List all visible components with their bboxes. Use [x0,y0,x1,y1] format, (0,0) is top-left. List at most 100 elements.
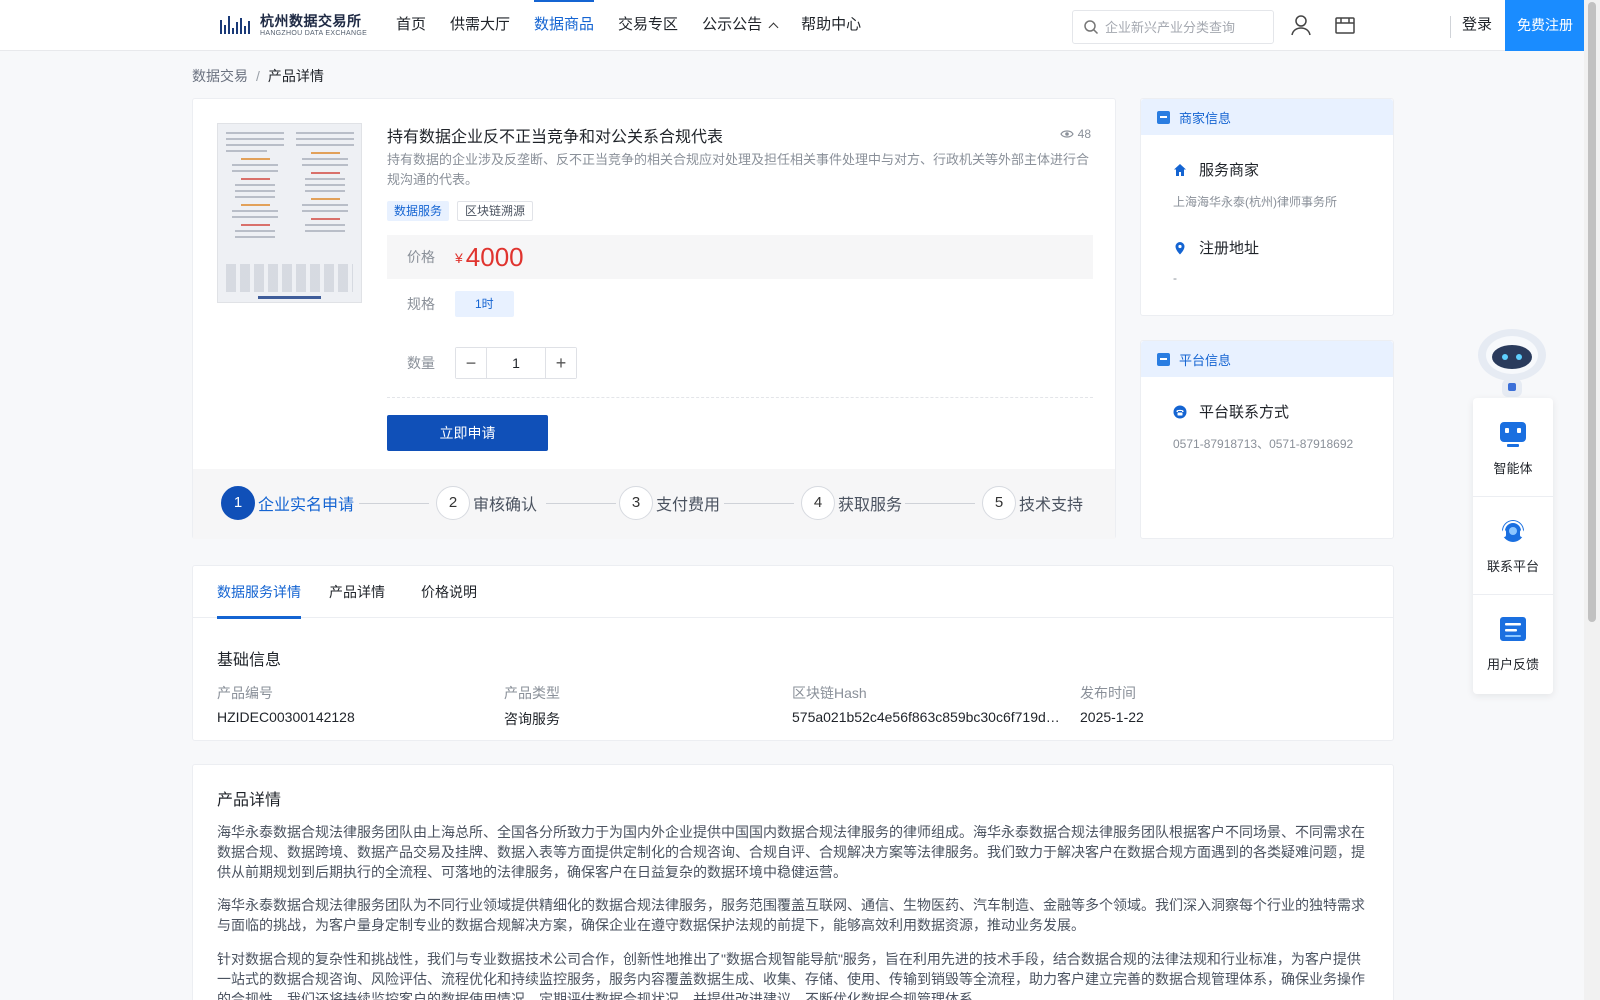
product-thumbnail[interactable] [217,123,362,303]
step-label: 审核确认 [473,497,538,514]
agent-icon [1500,422,1526,447]
tab-price-note[interactable]: 价格说明 [421,566,477,618]
breadcrumb: 数据交易 / 产品详情 [192,66,324,86]
currency-symbol: ¥ [455,250,463,266]
nav-home[interactable]: 首页 [396,0,426,50]
login-link[interactable]: 登录 [1462,0,1492,50]
float-feedback-label: 用户反馈 [1486,657,1539,672]
apply-now-button[interactable]: 立即申请 [387,415,548,451]
provider-value[interactable]: 上海海华永泰(杭州)律师事务所 [1173,193,1337,210]
shop-icon[interactable] [1334,14,1356,36]
nav-help[interactable]: 帮助中心 [801,0,861,50]
product-description: 持有数据的企业涉及反垄断、反不正当竞争的相关合规应对处理及担任相关事件处理中与对… [387,152,1090,187]
tag-data-service: 数据服务 [387,201,450,221]
merchant-info-card: 商家信息 服务商家 上海海华永泰(杭州)律师事务所 注册地址 - [1140,98,1394,316]
user-icon[interactable] [1290,14,1312,36]
logo-icon [220,14,254,36]
quantity-increment-button[interactable]: + [545,348,576,378]
float-contact[interactable]: 联系平台 [1473,496,1553,592]
platform-info-header: 平台信息 [1141,341,1393,377]
tab-product-detail[interactable]: 产品详情 [329,566,385,618]
view-count: 48 [1059,127,1091,141]
float-agent-label: 智能体 [1493,461,1533,476]
nav-announcements-label: 公示公告 [702,16,763,33]
contact-row: 平台联系方式 [1173,401,1289,422]
address-row: 注册地址 [1173,237,1259,258]
spec-option[interactable]: 1时 [455,291,514,317]
info-value: HZIDEC00300142128 [217,709,355,725]
detail-paragraph: 海华永泰数据合规法律服务团队由上海总所、全国各分所致力于为国内外企业提供中国国内… [217,824,1365,880]
step-connector [546,503,616,504]
floating-service-panel: 智能体 联系平台 用户反馈 [1473,398,1553,694]
page-scrollbar[interactable] [1584,0,1600,1000]
step-label: 企业实名申请 [258,497,355,514]
step-label: 支付费用 [656,497,721,514]
contact-value: 0571-87918713、0571-87918692 [1173,437,1354,451]
phone-icon [1173,405,1187,418]
platform-info-card: 平台信息 平台联系方式 0571-87918713、0571-87918692 [1140,340,1394,539]
basic-info-title: 基础信息 [217,652,282,669]
breadcrumb-current: 产品详情 [267,68,324,84]
info-key: 区块链Hash [792,685,867,701]
header-divider [1450,16,1451,38]
info-publish-date: 发布时间 2025-1-22 [1080,683,1350,725]
quantity-decrement-button[interactable]: − [456,348,487,378]
step-2: 2 审核确认 [436,486,537,520]
step-connector [359,503,429,504]
info-product-id: 产品编号 HZIDEC00300142128 [217,683,487,725]
detail-tabs: 数据服务详情 产品详情 价格说明 [193,566,1393,619]
dashed-divider [387,397,1093,398]
feedback-icon [1500,617,1526,641]
tag-blockchain: 区块链溯源 [457,201,534,221]
top-header: 杭州数据交易所 HANGZHOU DATA EXCHANGE 首页 供需大厅 数… [0,0,1585,51]
breadcrumb-separator: / [256,68,260,84]
address-label: 注册地址 [1199,240,1260,257]
headset-icon [1502,520,1524,542]
tab-service-detail[interactable]: 数据服务详情 [217,566,301,619]
info-value[interactable]: 575a021b52c4e56f863c859bc30c6f719d4... [792,709,1062,725]
logo-subtitle: HANGZHOU DATA EXCHANGE [260,29,368,37]
spec-label: 规格 [407,296,435,312]
contact-label: 平台联系方式 [1199,404,1290,421]
nav-data-products[interactable]: 数据商品 [534,0,595,50]
step-number: 2 [436,486,470,520]
location-pin-icon [1175,241,1185,254]
spec-row: 规格 1时 [387,290,514,318]
info-value: 2025-1-22 [1080,709,1144,725]
float-contact-label: 联系平台 [1486,559,1539,574]
step-number: 3 [619,486,653,520]
register-button[interactable]: 免费注册 [1505,0,1585,51]
step-5: 5 技术支持 [982,486,1083,520]
nav-trade-zone[interactable]: 交易专区 [618,0,678,50]
chevron-up-icon [768,22,779,32]
robot-assistant-icon[interactable] [1472,325,1552,401]
quantity-label: 数量 [407,355,435,371]
step-connector [724,503,794,504]
breadcrumb-parent[interactable]: 数据交易 [192,68,248,84]
info-blockchain-hash: 区块链Hash 575a021b52c4e56f863c859bc30c6f71… [792,683,1062,725]
nav-announcements[interactable]: 公示公告 [702,0,779,50]
step-number: 4 [801,486,835,520]
nav-supply-demand[interactable]: 供需大厅 [450,0,510,50]
process-steps: 1 企业实名申请 2 审核确认 3 支付费用 4 获取服务 5 技术支持 [193,469,1115,539]
product-detail-card: 产品详情 海华永泰数据合规法律服务团队由上海总所、全国各分所致力于为国内外企业提… [192,764,1394,1000]
view-count-value: 48 [1077,127,1091,141]
search-icon [1084,20,1099,35]
step-3: 3 支付费用 [619,486,720,520]
float-feedback[interactable]: 用户反馈 [1473,594,1553,690]
quantity-input[interactable]: 1 [487,348,545,378]
address-value: - [1173,271,1177,285]
step-connector [905,503,975,504]
site-logo[interactable]: 杭州数据交易所 HANGZHOU DATA EXCHANGE [220,12,367,38]
merchant-info-header: 商家信息 [1141,99,1393,135]
step-number: 1 [221,486,255,520]
float-agent[interactable]: 智能体 [1473,398,1553,494]
service-detail-card: 数据服务详情 产品详情 价格说明 基础信息 产品编号 HZIDEC0030014… [192,565,1394,741]
scrollbar-thumb[interactable] [1588,2,1596,622]
step-number: 5 [982,486,1016,520]
main-nav: 首页 供需大厅 数据商品 交易专区 公示公告 帮助中心 [396,0,885,50]
search-box[interactable] [1072,10,1274,44]
home-icon [1174,163,1186,176]
search-input[interactable] [1105,19,1265,35]
detail-paragraph: 针对数据合规的复杂性和挑战性，我们与专业数据技术公司合作，创新性地推出了"数据合… [217,951,1365,1000]
